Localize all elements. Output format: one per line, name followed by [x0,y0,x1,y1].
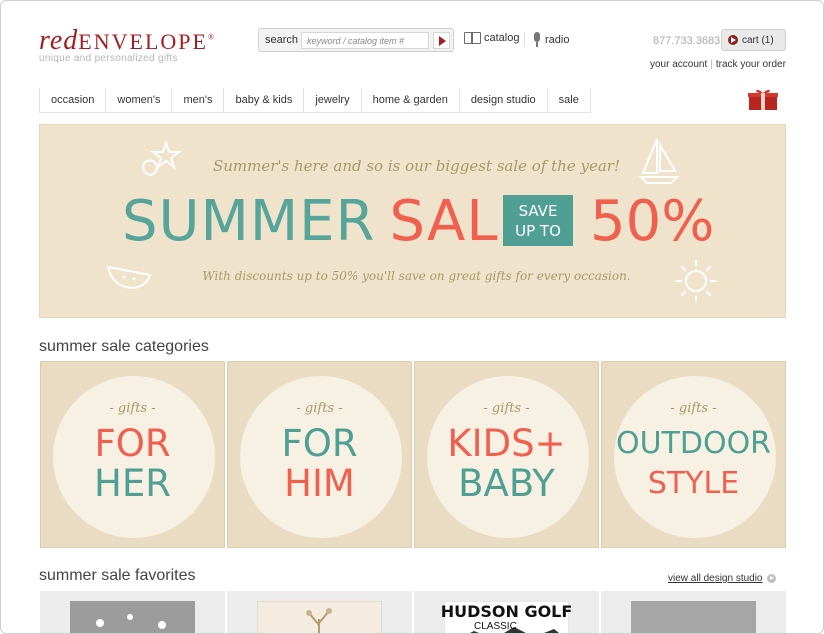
hero-tagline: With discounts up to 50% you'll save on … [202,269,631,283]
nav-item-occasion[interactable]: occasion [39,88,105,113]
nav-item-jewelry[interactable]: jewelry [303,88,360,113]
search-box: search [258,28,454,52]
favorite-product-1[interactable] [40,591,225,633]
account-links-separator: | [710,59,713,70]
category-line1: FOR [94,422,171,465]
save-line: SAVE [518,202,558,220]
cart-button[interactable]: cart (1) [721,29,786,51]
book-icon [464,32,481,44]
logo-part-envelope: ENVELOPE [78,29,208,54]
search-input[interactable] [301,32,429,49]
microphone-icon [533,32,541,47]
category-line2: HER [94,462,171,505]
category-tile-for-him[interactable]: - gifts - FOR HIM [227,361,412,548]
arrow-right-circle-icon [766,574,776,583]
category-tile-for-her[interactable]: - gifts - FOR HER [40,361,225,548]
cart-arrow-icon [728,35,738,45]
phone-number: 877.733.3683 [653,35,721,47]
product-subtitle: CLASSIC [474,621,517,632]
category-line2: STYLE [647,466,740,501]
category-prefix: - gifts - [670,401,717,416]
up-to-line: UP TO [515,222,561,240]
summer-sale-banner[interactable]: Summer's here and so is our biggest sale… [39,124,786,318]
view-all-design-studio-link[interactable]: view all design studio [668,573,776,584]
search-submit-button[interactable] [433,32,450,49]
logo-part-red: red [39,25,79,56]
category-tile-outdoor-style[interactable]: - gifts - OUTDOOR STYLE [601,361,786,548]
category-tile-kids-baby[interactable]: - gifts - KIDS+ BABY [414,361,599,548]
category-line1: KIDS+ [447,422,566,465]
cart-label: cart (1) [742,34,774,46]
radio-label: radio [545,33,570,46]
category-line1: OUTDOOR [615,426,772,461]
favorites-title: summer sale favorites [39,567,196,584]
catalog-label: catalog [484,32,520,44]
category-line2: HIM [284,462,355,505]
save-up-to-badge: SAVE UP TO [503,195,573,246]
product-tree-print-image [257,601,382,633]
nav-item-mens[interactable]: men's [171,88,223,113]
category-prefix: - gifts - [296,401,343,416]
track-order-link[interactable]: track your order [716,59,786,70]
main-nav: occasion women's men's baby & kids jewel… [39,88,591,113]
hero-subtitle: Summer's here and so is our biggest sale… [213,157,620,175]
category-prefix: - gifts - [483,401,530,416]
header-divider [524,32,525,47]
gift-box-icon[interactable] [747,88,779,110]
registered-mark: ® [207,32,216,42]
product-canvas-image [631,601,756,633]
category-line2: BABY [458,462,555,505]
category-prefix: - gifts - [109,401,156,416]
hero-word-summer: SUMMER [122,189,376,254]
favorites-row: HUDSON GOLF CLASSIC [40,591,786,633]
radio-link[interactable]: radio [533,32,569,47]
your-account-link[interactable]: your account [650,59,707,70]
nav-item-baby-kids[interactable]: baby & kids [223,88,303,113]
category-tiles: - gifts - FOR HER - gifts - FOR HIM - gi… [40,361,786,548]
hero-percent: 50% [590,189,715,254]
product-title: HUDSON GOLF [440,602,573,621]
hero-headline: SUMMER SALE [122,187,535,257]
favorite-product-2[interactable] [227,591,412,633]
category-line1: FOR [281,422,358,465]
account-links: your account | track your order [650,59,786,70]
view-all-label: view all design studio [668,573,763,584]
nav-item-design-studio[interactable]: design studio [458,88,547,113]
nav-item-womens[interactable]: women's [105,88,171,113]
nav-item-home-garden[interactable]: home & garden [360,88,459,113]
product-canvas-flowers-image [70,601,195,633]
brand-tagline: unique and personalized gifts [39,53,178,64]
favorite-product-4[interactable] [601,591,786,633]
nav-item-sale[interactable]: sale [546,88,591,113]
favorite-product-3[interactable]: HUDSON GOLF CLASSIC [414,591,599,633]
search-label: search [265,34,299,46]
page-frame: redENVELOPE® unique and personalized gif… [0,0,824,634]
categories-title: summer sale categories [39,338,209,355]
catalog-link[interactable]: catalog [464,32,519,44]
